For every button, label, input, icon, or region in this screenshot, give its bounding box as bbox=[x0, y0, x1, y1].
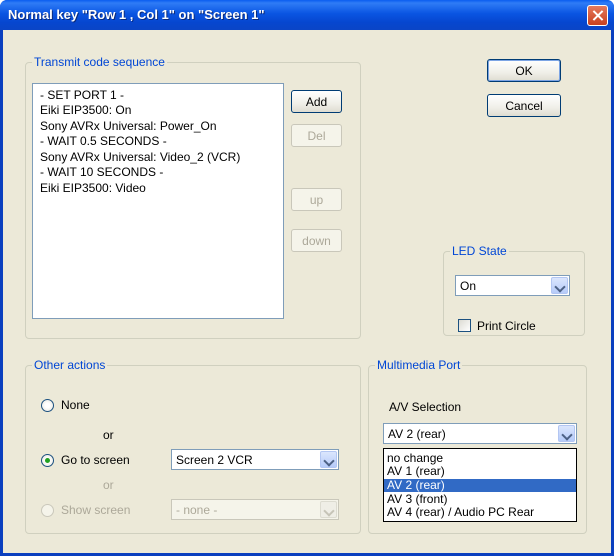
add-button[interactable]: Add bbox=[291, 90, 342, 113]
close-icon[interactable] bbox=[587, 5, 608, 26]
print-circle-checkbox[interactable] bbox=[458, 319, 471, 332]
av-selection-label: A/V Selection bbox=[389, 400, 462, 414]
show-screen-label: Show screen bbox=[61, 503, 131, 517]
go-to-screen-select[interactable]: Screen 2 VCR bbox=[171, 449, 339, 470]
sequence-item[interactable]: Eiki EIP3500: On bbox=[40, 103, 131, 117]
chevron-down-icon[interactable] bbox=[551, 277, 568, 294]
show-screen-radio[interactable] bbox=[41, 504, 54, 517]
chevron-down-icon[interactable] bbox=[558, 425, 575, 442]
none-radio[interactable] bbox=[41, 399, 54, 412]
av-option[interactable]: AV 4 (rear) / Audio PC Rear bbox=[384, 506, 576, 519]
sequence-item[interactable]: - WAIT 10 SECONDS - bbox=[40, 165, 163, 179]
av-option-selected[interactable]: AV 2 (rear) bbox=[384, 479, 576, 492]
av-selection-select[interactable]: AV 2 (rear) bbox=[383, 423, 577, 444]
av-option[interactable]: AV 1 (rear) bbox=[384, 465, 576, 478]
or-separator: or bbox=[103, 428, 114, 442]
go-to-screen-radio[interactable] bbox=[41, 454, 54, 467]
sequence-item[interactable]: Sony AVRx Universal: Power_On bbox=[40, 119, 217, 133]
led-state-value: On bbox=[460, 279, 477, 293]
led-state-select[interactable]: On bbox=[455, 275, 570, 296]
sequence-item[interactable]: Eiki EIP3500: Video bbox=[40, 181, 146, 195]
print-circle-label: Print Circle bbox=[477, 319, 536, 333]
move-down-button[interactable]: down bbox=[291, 229, 342, 252]
go-to-screen-value: Screen 2 VCR bbox=[176, 453, 253, 467]
sequence-item[interactable]: - SET PORT 1 - bbox=[40, 88, 124, 102]
chevron-down-icon[interactable] bbox=[320, 501, 337, 518]
move-up-button[interactable]: up bbox=[291, 188, 342, 211]
av-selection-value: AV 2 (rear) bbox=[388, 427, 446, 441]
go-to-screen-label: Go to screen bbox=[61, 453, 130, 467]
or-separator: or bbox=[103, 478, 114, 492]
delete-button[interactable]: Del bbox=[291, 124, 342, 147]
led-state-label: LED State bbox=[452, 244, 507, 258]
window-title: Normal key "Row 1 , Col 1" on "Screen 1" bbox=[8, 7, 265, 22]
show-screen-value: - none - bbox=[176, 503, 218, 517]
av-selection-dropdown-list[interactable]: no change AV 1 (rear) AV 2 (rear) AV 3 (… bbox=[383, 448, 577, 522]
dialog-window: Normal key "Row 1 , Col 1" on "Screen 1"… bbox=[0, 0, 614, 556]
code-sequence-list[interactable]: - SET PORT 1 - Eiki EIP3500: On Sony AVR… bbox=[32, 83, 284, 319]
other-actions-label: Other actions bbox=[34, 358, 106, 372]
dialog-body: Transmit code sequence - SET PORT 1 - Ei… bbox=[3, 30, 611, 553]
show-screen-select[interactable]: - none - bbox=[171, 499, 339, 520]
chevron-down-icon[interactable] bbox=[320, 451, 337, 468]
sequence-item[interactable]: - WAIT 0.5 SECONDS - bbox=[40, 134, 167, 148]
cancel-button[interactable]: Cancel bbox=[487, 94, 561, 117]
transmit-group-label: Transmit code sequence bbox=[34, 55, 165, 69]
none-label: None bbox=[61, 398, 90, 412]
ok-button[interactable]: OK bbox=[487, 59, 561, 82]
multimedia-port-label: Multimedia Port bbox=[377, 358, 461, 372]
title-bar[interactable]: Normal key "Row 1 , Col 1" on "Screen 1" bbox=[0, 0, 614, 30]
sequence-item[interactable]: Sony AVRx Universal: Video_2 (VCR) bbox=[40, 150, 240, 164]
